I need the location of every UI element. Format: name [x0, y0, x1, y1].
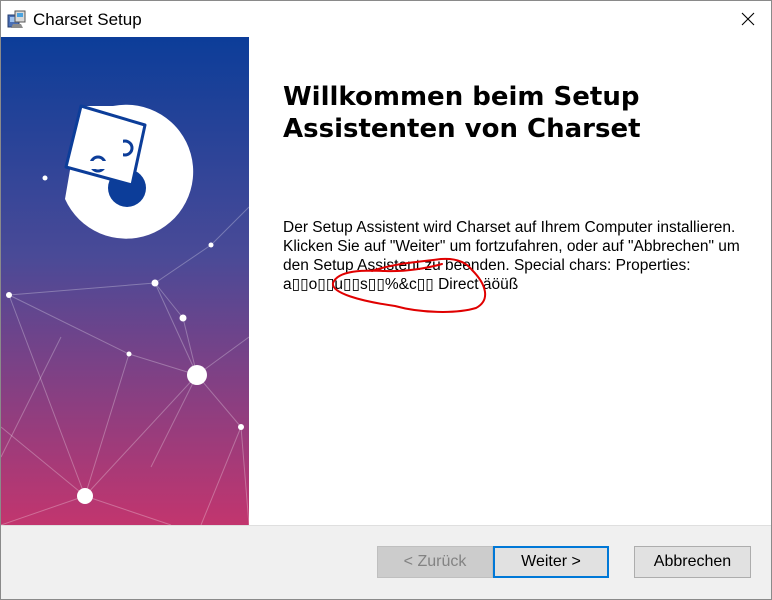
back-button[interactable]: < Zurück [377, 546, 493, 578]
side-banner [1, 37, 249, 525]
close-button[interactable] [725, 1, 771, 37]
welcome-description: Der Setup Assistent wird Charset auf Ihr… [283, 219, 740, 293]
puzzle-logo-icon [64, 104, 194, 239]
cancel-button[interactable]: Abbrechen [634, 546, 751, 578]
title-bar: Charset Setup [1, 1, 771, 37]
content-panel: Willkommen beim Setup Assistenten von Ch… [249, 37, 771, 525]
setup-window: Charset Setup Willkommen beim Setup Assi… [0, 0, 772, 600]
installer-app-icon [7, 10, 26, 28]
welcome-title: Willkommen beim Setup Assistenten von Ch… [283, 82, 641, 144]
window-title: Charset Setup [33, 10, 142, 29]
close-icon [741, 12, 755, 26]
next-button[interactable]: Weiter > [493, 546, 609, 578]
button-bar: < Zurück Weiter > Abbrechen [1, 525, 771, 599]
banner-artwork [1, 37, 249, 525]
